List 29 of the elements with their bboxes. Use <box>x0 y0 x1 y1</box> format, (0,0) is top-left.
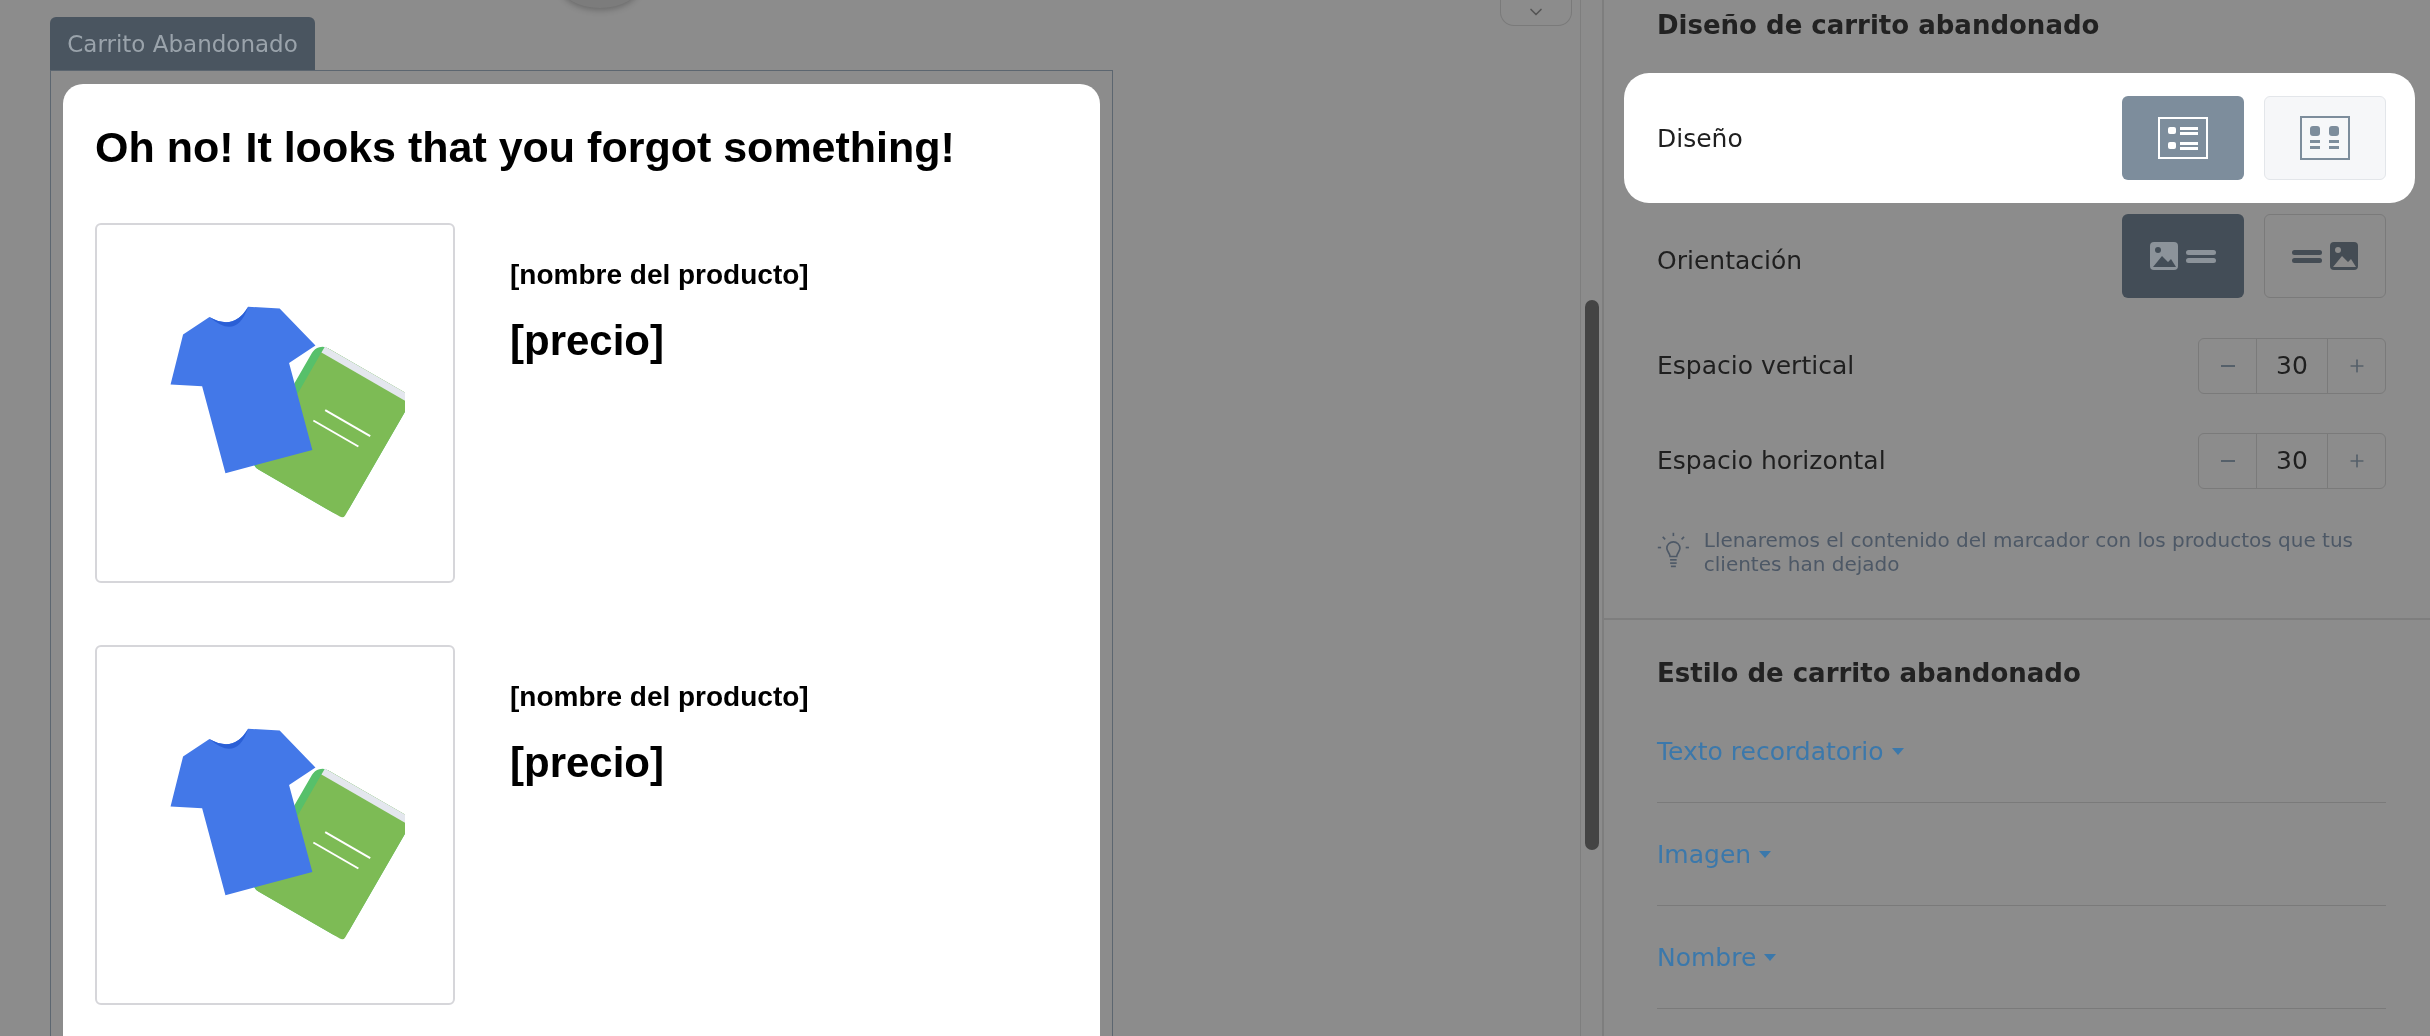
collapse-button[interactable] <box>1500 0 1572 26</box>
setting-label: Diseño <box>1657 123 1743 153</box>
reminder-heading: Oh no! It looks that you forgot something! <box>95 122 956 173</box>
section-title: Estilo de carrito abandonado <box>1656 657 2082 690</box>
image-left-icon <box>2150 241 2216 271</box>
list-layout-icon <box>2158 117 2208 159</box>
minus-icon <box>2220 364 2235 367</box>
scrollbar-thumb[interactable] <box>1584 300 1599 850</box>
product-price: [precio] <box>510 316 665 365</box>
stepper-value[interactable]: 30 <box>2256 433 2328 488</box>
stepper-value[interactable]: 30 <box>2256 338 2328 393</box>
product-name: [nombre del producto] <box>510 258 809 291</box>
section-title: Diseño de carrito abandonado <box>1656 9 2101 42</box>
setting-label: Orientación <box>1657 246 1803 275</box>
image-right-icon <box>2292 241 2358 271</box>
minus-icon <box>2220 459 2235 462</box>
caret-icon <box>1891 747 1904 755</box>
grid-layout-icon <box>2300 116 2350 160</box>
setting-label: Espacio vertical <box>1657 351 1855 380</box>
product-price: [precio] <box>510 738 665 787</box>
caret-icon <box>1759 850 1772 858</box>
setting-label: Espacio horizontal <box>1657 446 1886 475</box>
layout-option-button[interactable] <box>2122 214 2244 298</box>
layout-option-button[interactable] <box>2122 96 2244 180</box>
preview-tab[interactable]: Carrito Abandonado <box>50 17 315 70</box>
caret-icon <box>1764 953 1777 961</box>
layout-option-button[interactable] <box>2264 214 2386 298</box>
product-name: [nombre del producto] <box>510 680 809 713</box>
tip-text: Llenaremos el contenido del marcador con los productos que tus clientes han dejado <box>1703 528 2355 576</box>
